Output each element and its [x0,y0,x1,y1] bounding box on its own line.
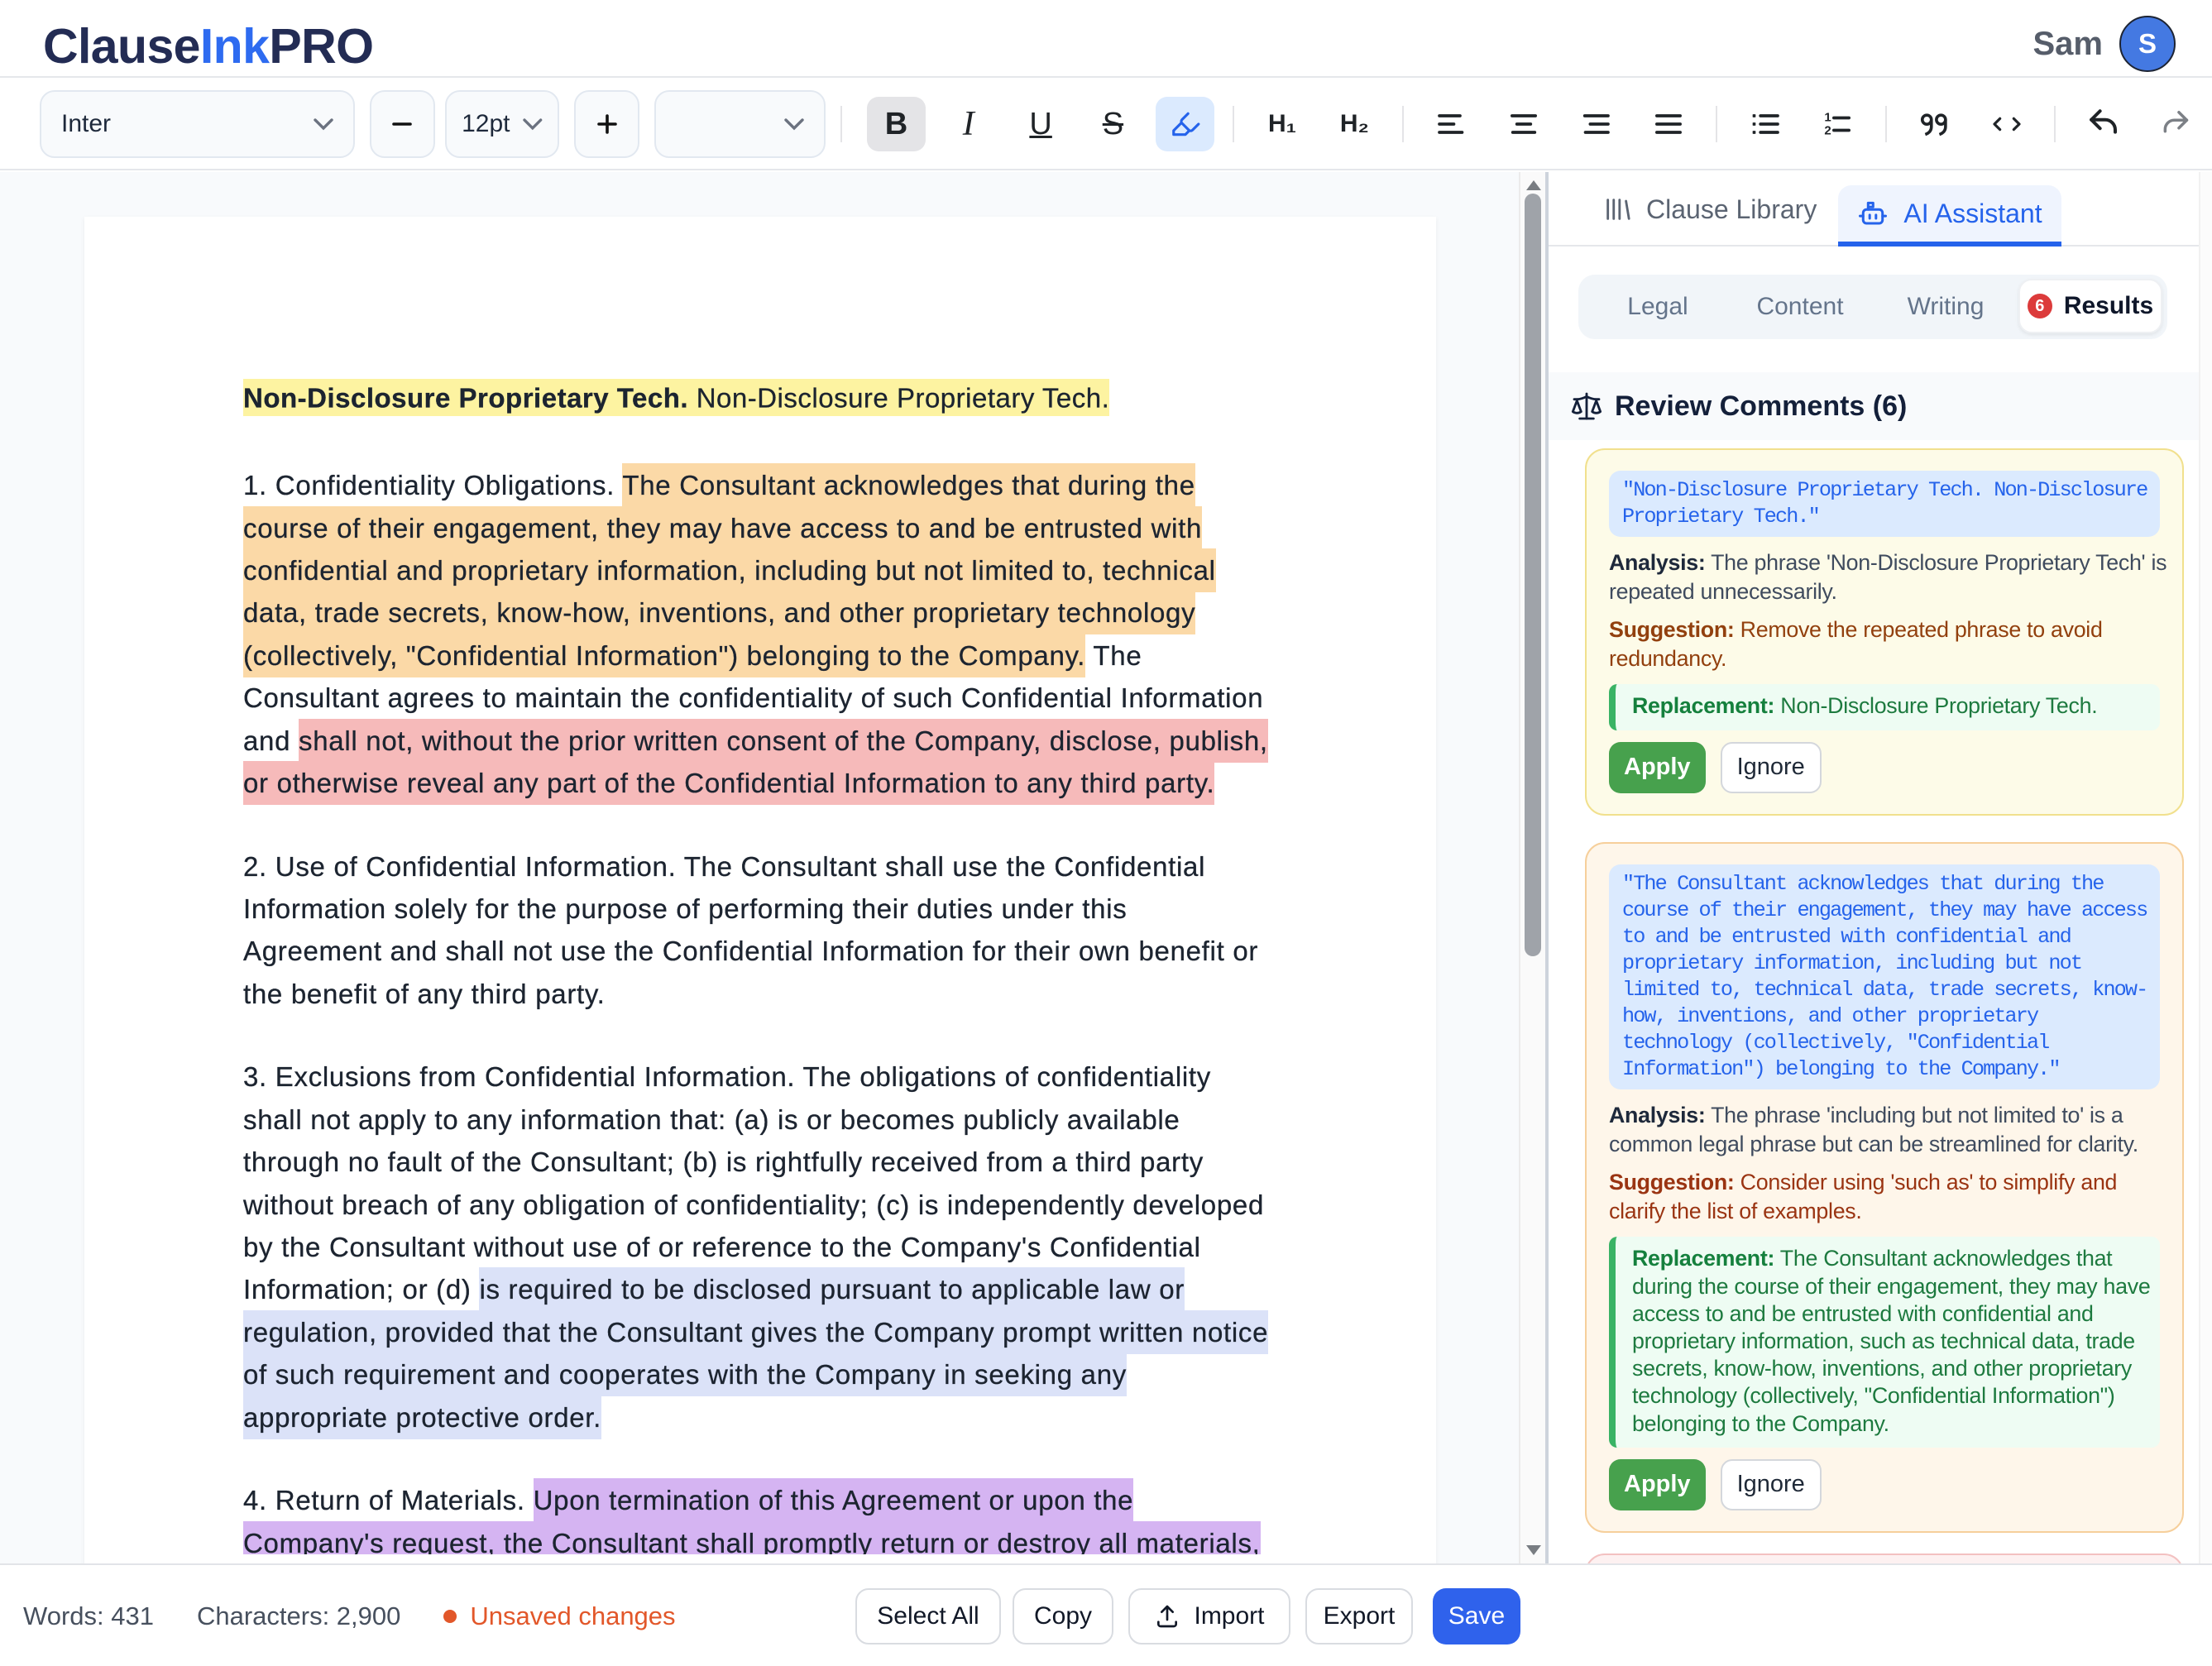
svg-text:1: 1 [1825,111,1831,125]
svg-text:2: 2 [1825,124,1831,138]
